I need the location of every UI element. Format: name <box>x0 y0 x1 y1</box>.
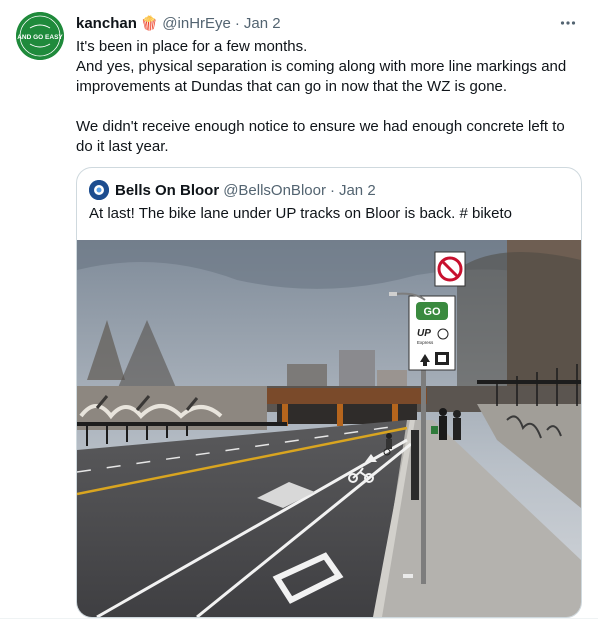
sign-up-label: UP <box>417 328 431 339</box>
more-options-button[interactable] <box>554 9 582 37</box>
quoted-user-handle[interactable]: @BellsOnBloor <box>223 182 326 199</box>
quoted-tweet-date[interactable]: Jan 2 <box>339 182 376 199</box>
tweet-date[interactable]: Jan 2 <box>244 15 281 32</box>
avatar-text: AND GO EASY <box>17 34 63 41</box>
user-avatar[interactable]: AND GO EASY <box>16 12 64 60</box>
more-horizontal-icon <box>560 21 576 25</box>
avatar-logo-icon: AND GO EASY <box>16 12 64 60</box>
sign-up-sub: Express <box>417 340 434 345</box>
quoted-tweet-header: Bells On Bloor @BellsOnBloor · Jan 2 <box>89 180 376 200</box>
bicycle-bell-icon <box>89 180 109 200</box>
svg-text:GO: GO <box>423 306 441 318</box>
user-handle[interactable]: @inHrEye <box>162 15 231 32</box>
quoted-separator-dot: · <box>329 181 335 199</box>
quoted-tweet[interactable]: Bells On Bloor @BellsOnBloor · Jan 2 At … <box>76 167 582 618</box>
tweet-header: kanchan 🍿 @inHrEye · Jan 2 <box>76 13 582 33</box>
quoted-tweet-photo[interactable]: GO UP Express <box>77 240 581 617</box>
popcorn-emoji: 🍿 <box>140 14 159 31</box>
bike-lane-underpass-photo: GO UP Express <box>77 240 581 617</box>
quoted-user-avatar[interactable] <box>89 180 109 200</box>
quoted-display-name[interactable]: Bells On Bloor <box>115 182 219 199</box>
tweet-text: It's been in place for a few months. And… <box>76 38 567 155</box>
display-name[interactable]: kanchan <box>76 15 137 32</box>
separator-dot: · <box>234 14 240 32</box>
tweet[interactable]: AND GO EASY kanchan 🍿 @inHrEye · Jan 2 I… <box>0 0 598 619</box>
quoted-tweet-text: At last! The bike lane under UP tracks o… <box>89 205 513 222</box>
